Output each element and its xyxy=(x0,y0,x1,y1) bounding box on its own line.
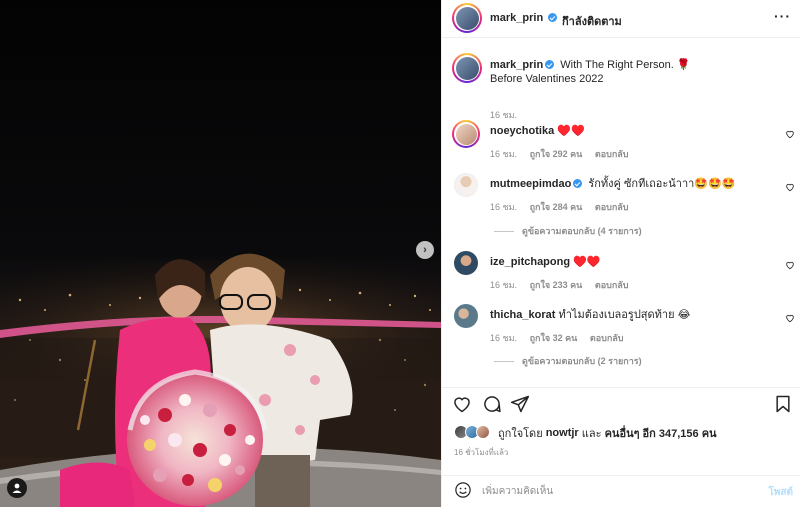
author-avatar xyxy=(455,6,479,30)
post-timestamp[interactable]: 16 ชั่วโมงที่แล้ว xyxy=(454,446,508,459)
replies-divider xyxy=(494,231,514,233)
verified-badge-icon xyxy=(545,60,555,69)
comment-composer: โพสต์ xyxy=(442,475,800,507)
author-avatar-ring[interactable] xyxy=(452,3,482,33)
comment-time: 16 ชม. xyxy=(490,202,518,212)
comment-text: ize_pitchapong ♥️♥️ xyxy=(490,255,780,269)
liker-avatar xyxy=(476,425,490,439)
liked-by-summary[interactable]: ถูกใจโดย nowtjr และ คนอื่นๆ อีก 347,156 … xyxy=(454,424,717,442)
comment-avatar-ring[interactable] xyxy=(452,120,480,148)
caption-avatar-ring[interactable] xyxy=(452,53,482,83)
like-comment-heart-icon[interactable] xyxy=(785,182,795,192)
share-paper-plane-icon[interactable] xyxy=(510,394,530,414)
view-replies-label[interactable]: ดูข้อความตอบกลับ (4 รายการ) xyxy=(522,226,642,236)
view-replies-button[interactable]: ดูข้อความตอบกลับ (2 รายการ) xyxy=(494,354,642,368)
comment-likes[interactable]: ถูกใจ 292 คน xyxy=(530,149,583,159)
comment-username[interactable]: ize_pitchapong xyxy=(490,256,570,268)
comment-text: thicha_korat ทำไมต้องเบลอรูปสุดท้าย 😂 xyxy=(490,308,780,322)
post-actions: ถูกใจโดย nowtjr และ คนอื่นๆ อีก 347,156 … xyxy=(442,387,800,477)
comment-reply-button[interactable]: ตอบกลับ xyxy=(595,149,629,159)
caption-username[interactable]: mark_prin xyxy=(490,59,543,71)
like-heart-icon[interactable] xyxy=(452,394,472,414)
emoji-smiley-icon[interactable] xyxy=(454,481,472,499)
comment-time: 16 ชม. xyxy=(490,280,518,290)
comment-meta: 16 ชม. ถูกใจ 284 คน ตอบกลับ xyxy=(490,200,639,214)
comment-body: ♥️♥️ xyxy=(557,125,585,137)
comment-body: ทำไมต้องเบลอรูปสุดท้าย 😂 xyxy=(558,309,691,321)
comment-avatar xyxy=(455,123,477,145)
add-comment-input[interactable] xyxy=(482,481,752,501)
caption-avatar xyxy=(455,56,479,80)
caption-line-2: Before Valentines 2022 xyxy=(490,73,604,85)
comments-list[interactable]: mark_prin With The Right Person. 🌹 Befor… xyxy=(442,39,800,387)
caption-time: 16 ชม. xyxy=(490,110,518,120)
comment-username[interactable]: mutmeepimdao xyxy=(490,178,571,190)
next-photo-button[interactable]: › xyxy=(416,241,434,259)
verified-badge-icon xyxy=(573,179,583,188)
comment-avatar[interactable] xyxy=(454,304,478,328)
comment-meta: 16 ชม. ถูกใจ 292 คน ตอบกลับ xyxy=(490,147,639,161)
replies-divider xyxy=(494,361,514,363)
author-username[interactable]: mark_prin xyxy=(490,12,543,24)
post-photo[interactable]: › xyxy=(0,0,441,507)
post-header: mark_prin • กำลังติดตาม ··· xyxy=(442,0,800,38)
comment-likes[interactable]: ถูกใจ 284 คน xyxy=(530,202,583,212)
comment-body: รักทั้งคู่ ซักทีเถอะน้าาา🤩🤩🤩 xyxy=(588,178,736,190)
liked-by-avatars xyxy=(454,425,494,441)
liked-by-user-link[interactable]: nowtjr xyxy=(546,427,579,439)
comment-reply-button[interactable]: ตอบกลับ xyxy=(595,280,629,290)
caption-text: mark_prin With The Right Person. 🌹 Befor… xyxy=(490,58,780,86)
like-comment-heart-icon[interactable] xyxy=(785,260,795,270)
verified-badge-icon xyxy=(548,13,558,22)
caption-line-1: With The Right Person. 🌹 xyxy=(560,59,691,71)
more-options-icon[interactable]: ··· xyxy=(774,8,791,24)
comment-username[interactable]: noeychotika xyxy=(490,125,554,137)
comment-username[interactable]: thicha_korat xyxy=(490,309,555,321)
comment-likes[interactable]: ถูกใจ 233 คน xyxy=(530,280,583,290)
photo-scene xyxy=(0,0,441,507)
comment-bubble-icon[interactable] xyxy=(482,394,502,414)
liked-by-prefix: ถูกใจโดย xyxy=(498,428,543,440)
save-bookmark-icon[interactable] xyxy=(773,394,793,414)
like-comment-heart-icon[interactable] xyxy=(785,129,795,139)
caption-meta: 16 ชม. xyxy=(490,108,527,122)
view-replies-button[interactable]: ดูข้อความตอบกลับ (4 รายการ) xyxy=(494,224,642,238)
comment-text: mutmeepimdao รักทั้งคู่ ซักทีเถอะน้าาา🤩🤩… xyxy=(490,177,780,191)
comment-avatar[interactable] xyxy=(454,251,478,275)
liked-by-and: และ xyxy=(581,428,602,440)
comment-reply-button[interactable]: ตอบกลับ xyxy=(595,202,629,212)
comment-time: 16 ชม. xyxy=(490,333,518,343)
comment-likes[interactable]: ถูกใจ 32 คน xyxy=(530,333,578,343)
comment-time: 16 ชม. xyxy=(490,149,518,159)
comment-body: ♥️♥️ xyxy=(573,256,601,268)
view-replies-label[interactable]: ดูข้อความตอบกลับ (2 รายการ) xyxy=(522,356,642,366)
tagged-users-button[interactable] xyxy=(7,478,27,498)
comment-avatar[interactable] xyxy=(454,173,478,197)
liked-by-others-link[interactable]: คนอื่นๆ อีก 347,156 คน xyxy=(605,424,717,442)
comment-meta: 16 ชม. ถูกใจ 32 คน ตอบกลับ xyxy=(490,331,634,345)
following-button[interactable]: กำลังติดตาม xyxy=(562,12,622,30)
post-side-panel: mark_prin • กำลังติดตาม ··· mark_prin Wi… xyxy=(441,0,800,507)
comment-text: noeychotika ♥️♥️ xyxy=(490,124,780,138)
like-comment-heart-icon[interactable] xyxy=(785,313,795,323)
post-comment-button[interactable]: โพสต์ xyxy=(768,485,793,500)
comment-reply-button[interactable]: ตอบกลับ xyxy=(590,333,624,343)
user-icon xyxy=(12,483,22,493)
author-username-link[interactable]: mark_prin • xyxy=(490,12,568,24)
comment-meta: 16 ชม. ถูกใจ 233 คน ตอบกลับ xyxy=(490,278,639,292)
